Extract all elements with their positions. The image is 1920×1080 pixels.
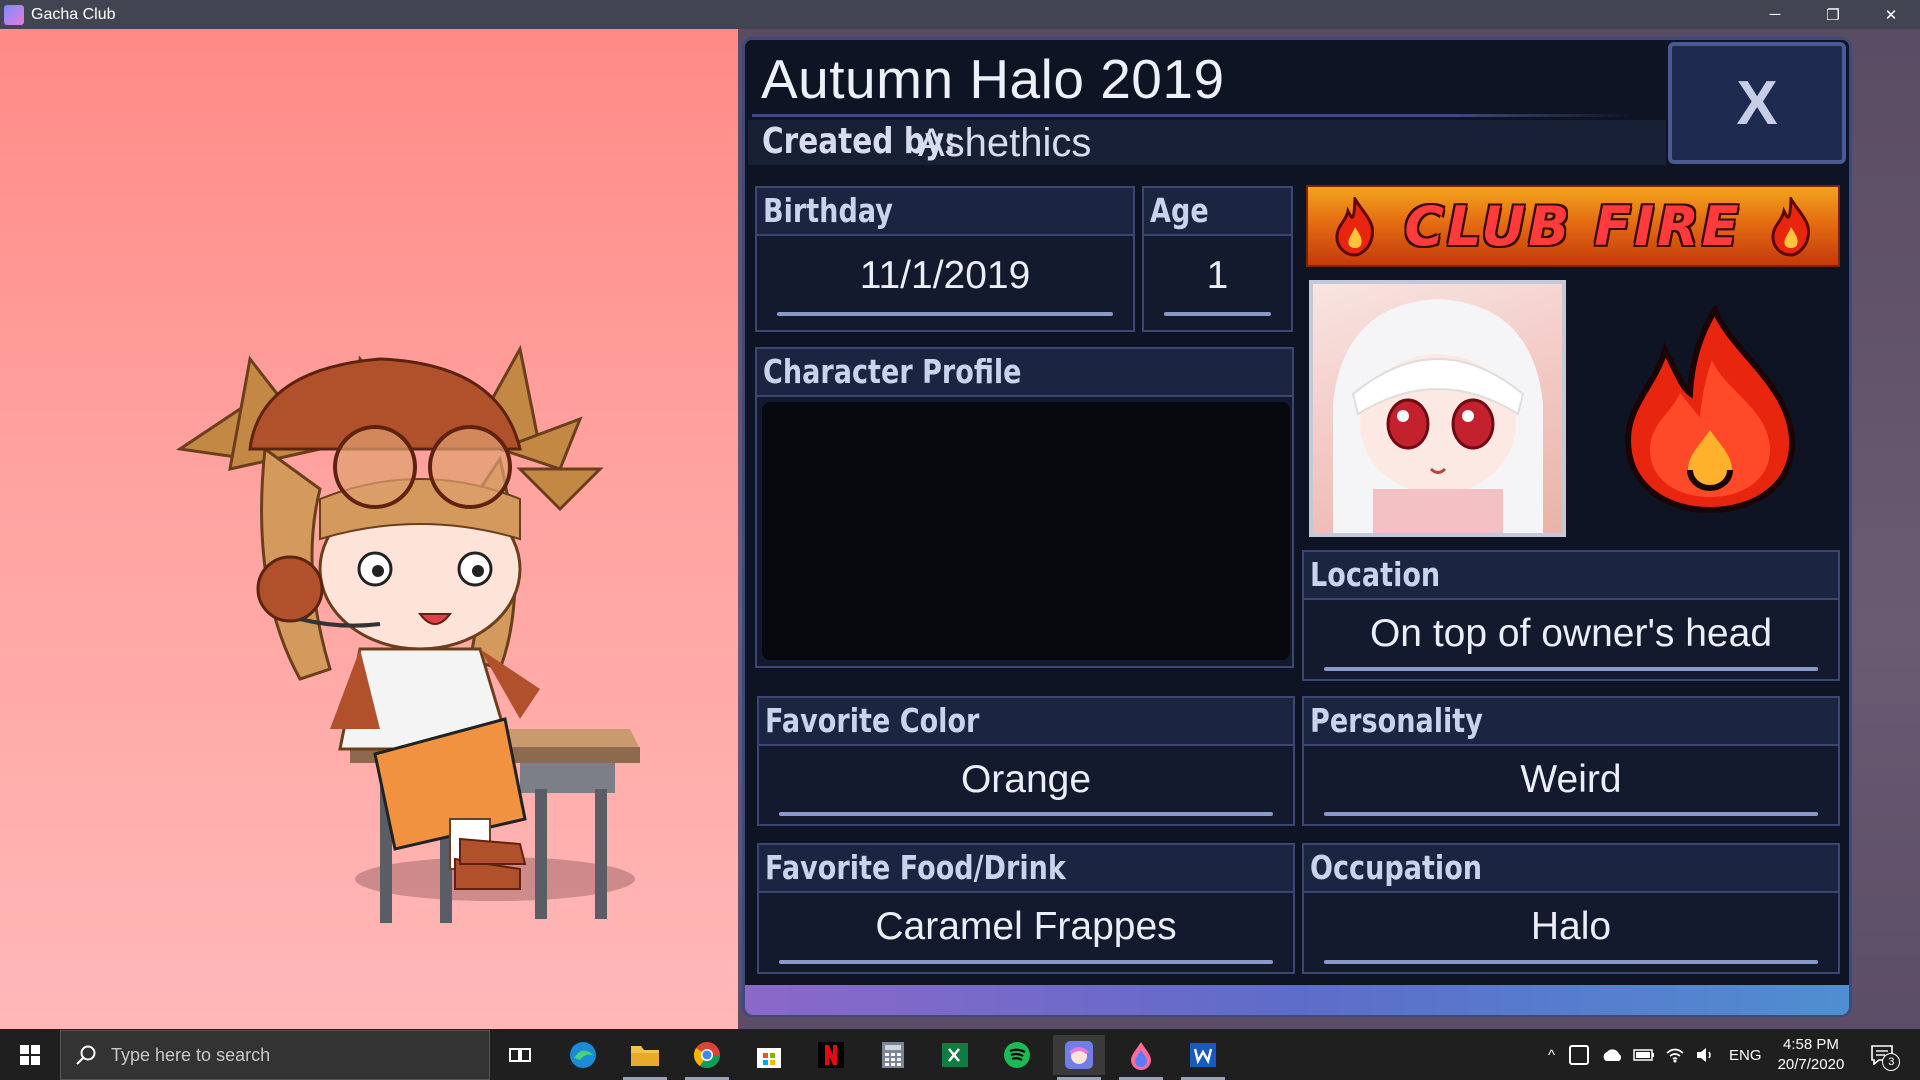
taskbar-search-box[interactable]: Type here to search: [60, 1030, 490, 1080]
character-illustration: [175, 344, 640, 923]
calculator-icon[interactable]: [867, 1035, 919, 1075]
favorite-color-field[interactable]: Favorite Color Orange: [757, 696, 1295, 826]
window-title: Gacha Club: [31, 5, 116, 23]
task-view-icon[interactable]: [494, 1035, 546, 1075]
clock-date: 20/7/2020: [1777, 1056, 1845, 1073]
onedrive-icon[interactable]: [1601, 1048, 1623, 1062]
personality-field[interactable]: Personality Weird: [1302, 696, 1840, 826]
location-underline: [1324, 667, 1818, 671]
window-close-button[interactable]: ✕: [1862, 0, 1920, 29]
birthday-underline: [777, 312, 1113, 316]
windows-taskbar: Type here to search ^ ENG 4:58 PM 20/7/2…: [0, 1030, 1920, 1080]
favorite-color-value: Orange: [960, 758, 1092, 801]
banner-flame-left-icon: [1335, 197, 1375, 257]
location-field[interactable]: Location On top of owner's head: [1302, 550, 1840, 681]
excel-icon[interactable]: [929, 1035, 981, 1075]
personality-value: Weird: [1520, 758, 1622, 801]
search-icon: [76, 1045, 96, 1065]
gacha-club-icon[interactable]: [1053, 1035, 1105, 1080]
volume-icon[interactable]: [1695, 1047, 1715, 1063]
favorite-food-value: Caramel Frappes: [875, 905, 1177, 948]
personality-underline: [1324, 812, 1818, 816]
occupation-value: Halo: [1530, 905, 1612, 948]
portrait-illustration: [1333, 299, 1543, 533]
favorite-food-underline: [779, 960, 1273, 964]
security-icon[interactable]: [1569, 1045, 1590, 1065]
show-hidden-icons-chevron-icon[interactable]: ^: [1548, 1047, 1555, 1064]
club-owner-portrait: [1309, 280, 1566, 537]
occupation-underline: [1324, 960, 1818, 964]
character-scene: [0, 29, 738, 1029]
club-banner: CLUB FIRE: [1306, 185, 1840, 267]
age-value: 1: [1206, 254, 1229, 297]
spotify-icon[interactable]: [991, 1035, 1043, 1075]
birthday-value: 11/1/2019: [859, 254, 1031, 297]
netflix-icon[interactable]: [805, 1035, 857, 1075]
occupation-label: Occupation: [1310, 848, 1483, 887]
character-name: Autumn Halo 2019: [761, 48, 1225, 110]
battery-icon[interactable]: [1633, 1049, 1655, 1061]
creator-name: Ashethics: [918, 121, 1092, 165]
close-card-button[interactable]: X: [1668, 42, 1846, 164]
file-explorer-icon[interactable]: [619, 1035, 671, 1080]
paint-icon[interactable]: [1115, 1035, 1167, 1080]
banner-flame-right-icon: [1771, 197, 1811, 257]
title-divider: [752, 114, 1635, 117]
character-profile-label: Character Profile: [763, 352, 1022, 391]
start-button[interactable]: [0, 1030, 60, 1080]
system-tray: ^ ENG 4:58 PM 20/7/2020 3: [1548, 1030, 1902, 1080]
panel-footer-bar: [745, 985, 1849, 1015]
birthday-label: Birthday: [763, 191, 893, 230]
age-field[interactable]: Age 1: [1142, 186, 1293, 332]
favorite-food-label: Favorite Food/Drink: [765, 848, 1066, 887]
restore-button[interactable]: ❐: [1804, 0, 1862, 29]
favorite-food-field[interactable]: Favorite Food/Drink Caramel Frappes: [757, 843, 1295, 974]
store-icon[interactable]: [743, 1035, 795, 1075]
windows-logo-icon: [20, 1045, 40, 1065]
minimize-button[interactable]: ─: [1746, 0, 1804, 29]
gacha-club-app-icon: [4, 4, 24, 25]
notification-center-button[interactable]: 3: [1862, 1035, 1902, 1075]
club-banner-text: CLUB FIRE: [1404, 194, 1742, 258]
window-titlebar: Gacha Club ─ ❐ ✕: [0, 0, 1920, 29]
chrome-icon[interactable]: [681, 1035, 733, 1080]
word-icon[interactable]: [1177, 1035, 1229, 1080]
birthday-field[interactable]: Birthday 11/1/2019: [755, 186, 1135, 332]
search-placeholder: Type here to search: [111, 1044, 271, 1065]
wifi-icon[interactable]: [1665, 1047, 1685, 1063]
favorite-color-underline: [779, 812, 1273, 816]
notification-count-badge: 3: [1882, 1053, 1901, 1071]
clock[interactable]: 4:58 PM 20/7/2020: [1778, 1035, 1845, 1075]
input-language[interactable]: ENG: [1729, 1047, 1762, 1064]
character-profile-textbox[interactable]: [762, 402, 1290, 660]
clock-time: 4:58 PM: [1782, 1036, 1839, 1053]
personality-label: Personality: [1310, 701, 1483, 740]
age-label: Age: [1150, 191, 1209, 230]
age-underline: [1164, 312, 1271, 316]
location-value: On top of owner's head: [1369, 612, 1773, 655]
occupation-field[interactable]: Occupation Halo: [1302, 843, 1840, 974]
club-emblem-fire-icon: [1624, 305, 1796, 514]
location-label: Location: [1310, 555, 1441, 594]
edge-icon[interactable]: [557, 1035, 609, 1075]
favorite-color-label: Favorite Color: [765, 701, 980, 740]
